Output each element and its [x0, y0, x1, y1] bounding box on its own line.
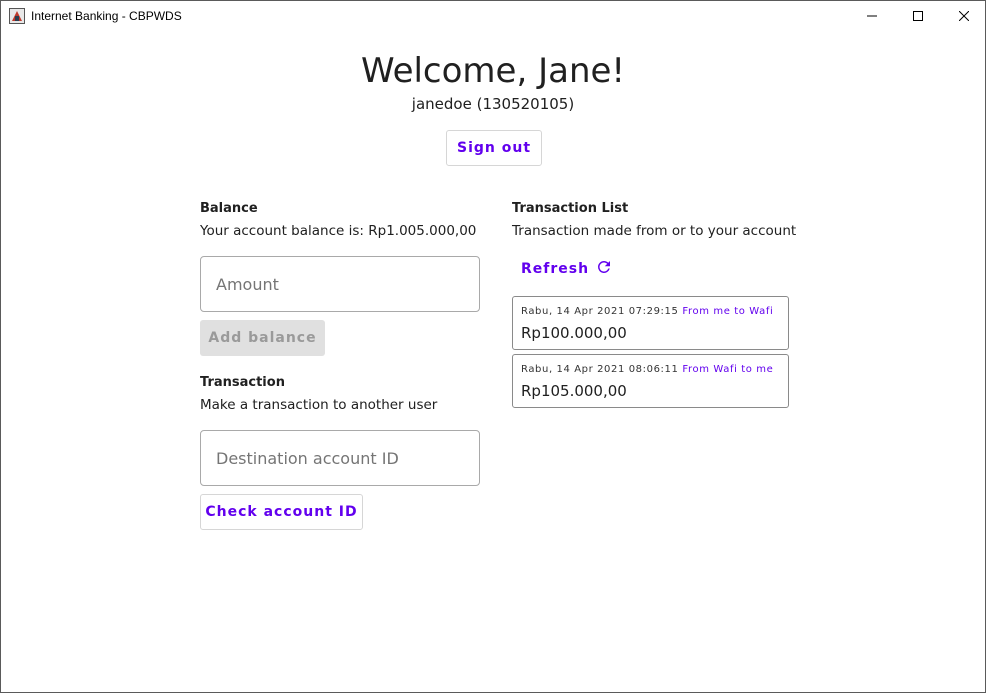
- balance-description: Your account balance is: Rp1.005.000,00: [200, 223, 477, 239]
- transaction-direction: From Wafi to me: [682, 364, 774, 375]
- minimize-icon: [867, 8, 877, 26]
- destination-account-input[interactable]: Destination account ID: [200, 430, 480, 486]
- transaction-datetime: Rabu, 14 Apr 2021 07:29:15: [521, 306, 679, 317]
- title-bar: Internet Banking - CBPWDS: [1, 1, 985, 32]
- transaction-title: Transaction: [200, 375, 285, 390]
- app-icon: [9, 8, 25, 24]
- check-account-id-button[interactable]: Check account ID: [200, 494, 363, 530]
- maximize-icon: [913, 8, 923, 26]
- app-window: Internet Banking - CBPWDS Welcome, Jane!…: [0, 0, 986, 693]
- refresh-icon: [589, 258, 613, 280]
- transaction-item[interactable]: Rabu, 14 Apr 2021 08:06:11 From Wafi to m…: [512, 354, 789, 408]
- transaction-description: Make a transaction to another user: [200, 397, 438, 413]
- amount-input[interactable]: Amount: [200, 256, 480, 312]
- minimize-button[interactable]: [849, 1, 895, 32]
- window-title: Internet Banking - CBPWDS: [31, 9, 182, 23]
- refresh-button[interactable]: Refresh: [512, 253, 611, 285]
- transaction-amount: Rp100.000,00: [521, 324, 627, 342]
- welcome-heading: Welcome, Jane!: [360, 51, 626, 91]
- balance-title: Balance: [200, 201, 258, 216]
- username-label: janedoe (130520105): [411, 95, 575, 113]
- transaction-meta: Rabu, 14 Apr 2021 07:29:15 From me to Waf…: [521, 306, 773, 317]
- maximize-button[interactable]: [895, 1, 941, 32]
- transaction-datetime: Rabu, 14 Apr 2021 08:06:11: [521, 364, 679, 375]
- add-balance-button[interactable]: Add balance: [200, 320, 325, 356]
- transaction-list-title: Transaction List: [512, 201, 629, 216]
- transaction-direction: From me to Wafi: [682, 306, 774, 317]
- sign-out-button[interactable]: Sign out: [446, 130, 542, 166]
- transaction-list-description: Transaction made from or to your account: [512, 223, 797, 239]
- transaction-item[interactable]: Rabu, 14 Apr 2021 07:29:15 From me to Waf…: [512, 296, 789, 350]
- transaction-amount: Rp105.000,00: [521, 382, 627, 400]
- close-button[interactable]: [941, 1, 986, 32]
- close-icon: [958, 8, 970, 26]
- transaction-meta: Rabu, 14 Apr 2021 08:06:11 From Wafi to m…: [521, 364, 773, 375]
- refresh-label: Refresh: [521, 261, 590, 277]
